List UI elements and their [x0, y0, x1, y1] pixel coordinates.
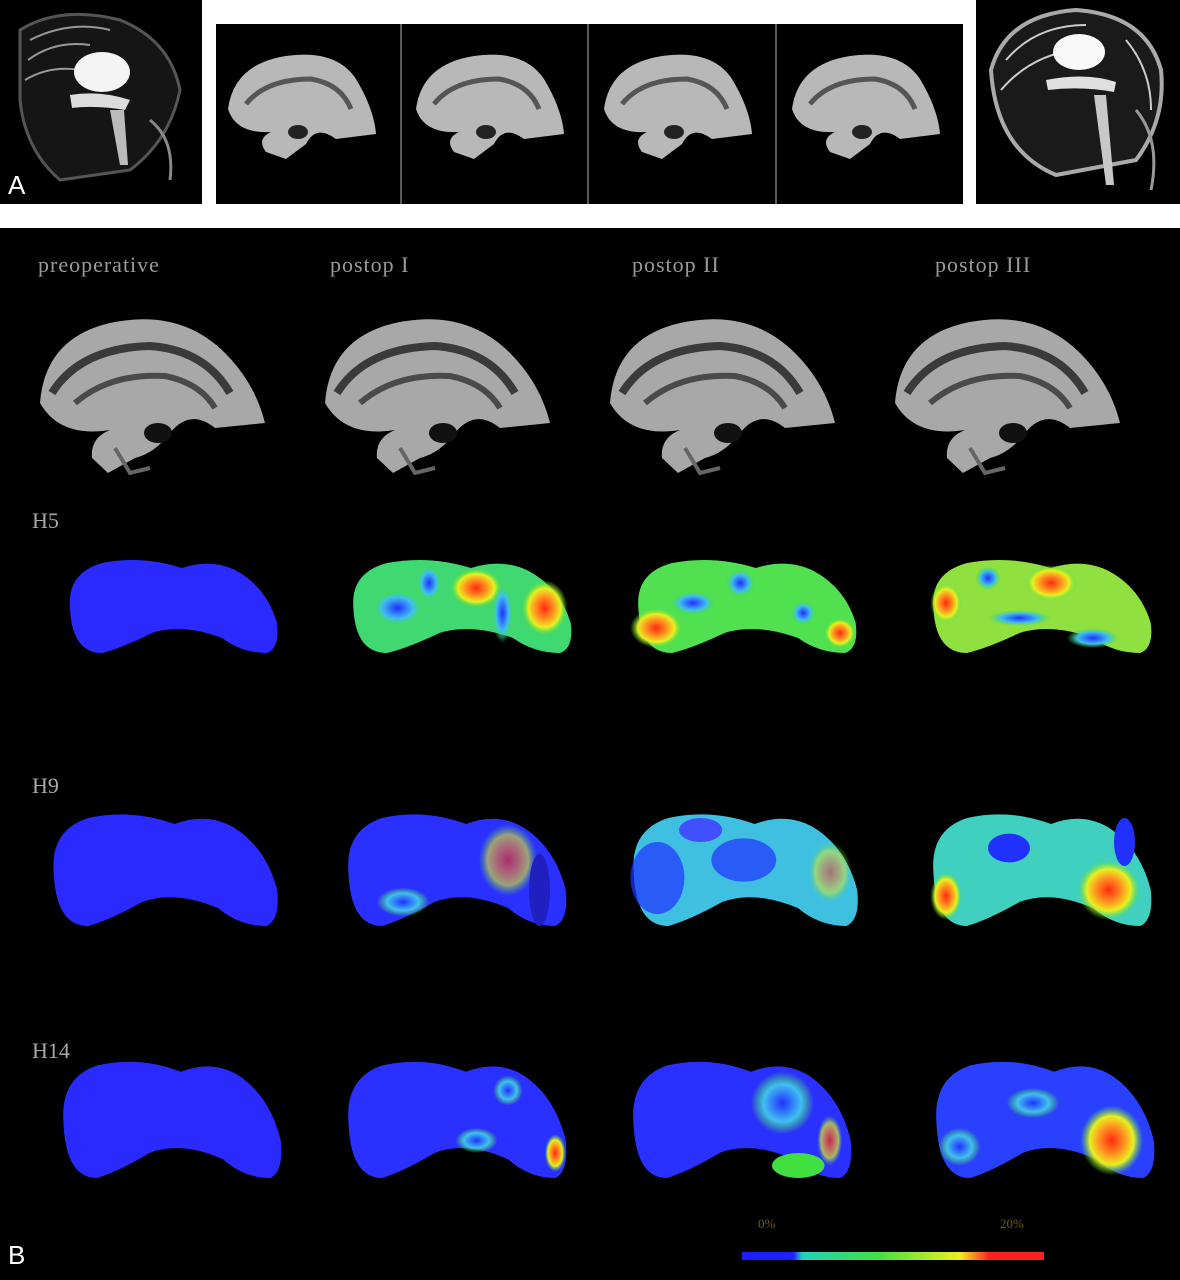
scale-max-label: 20%: [1000, 1216, 1024, 1231]
mri-sagittal-image-2: [976, 0, 1180, 204]
brain-render-postop-2: [610, 319, 835, 473]
color-scale-bar: [742, 1252, 1044, 1260]
col-label-postop-3: postop III: [935, 252, 1031, 277]
scale-min-label: 0%: [758, 1216, 776, 1231]
col-label-postop-2: postop II: [632, 252, 720, 277]
hippocampus-h5-preop: [69, 559, 278, 653]
hippocampus-h5-postop-1: [353, 559, 572, 653]
panel-a: A: [0, 0, 1180, 205]
hippocampus-h5-postop-2: [630, 559, 857, 653]
hippocampus-h9-postop-1: [348, 814, 567, 926]
brain-render-preop: [40, 319, 265, 473]
mri-sagittal-preop: [0, 0, 202, 204]
row-label-h14: H14: [32, 1038, 70, 1063]
brain-render-postop-3: [895, 319, 1120, 473]
panel-b: preoperative postop I postop II postop I…: [0, 228, 1180, 1280]
panel-a-label: A: [8, 170, 26, 200]
row-label-h5: H5: [32, 508, 59, 533]
panel-b-figure: preoperative postop I postop II postop I…: [8, 252, 1155, 1270]
hippocampus-h14-postop-3: [936, 1061, 1155, 1178]
brain-render-postop-1: [325, 319, 550, 473]
col-label-postop-1: postop I: [330, 252, 410, 277]
col-label-preoperative: preoperative: [38, 252, 160, 277]
hippocampus-h9-postop-2: [630, 814, 858, 926]
mri-sagittal-postop: [976, 0, 1180, 204]
panel-a-render-strip: [216, 24, 963, 204]
hippocampus-h5-postop-3: [930, 559, 1152, 653]
row-label-h9: H9: [32, 773, 59, 798]
hippocampus-h14-postop-2: [633, 1061, 852, 1178]
mri-sagittal-image: [0, 0, 202, 204]
panel-b-label: B: [8, 1240, 25, 1270]
hippocampus-h14-postop-1: [348, 1061, 567, 1178]
hippocampus-h9-preop: [53, 814, 278, 926]
hippocampus-h14-preop: [63, 1061, 282, 1178]
hippocampus-h9-postop-3: [930, 814, 1152, 926]
